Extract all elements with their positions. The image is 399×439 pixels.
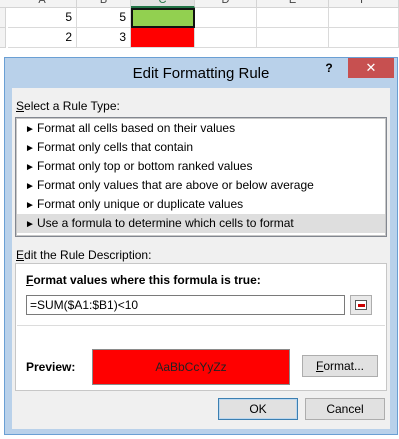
arrow-right-icon: ► <box>25 200 35 211</box>
rule-type-item[interactable]: ► Format only unique or duplicate values <box>17 195 385 214</box>
row-header[interactable] <box>0 28 6 48</box>
cancel-button[interactable]: Cancel <box>305 398 385 420</box>
close-icon: ✕ <box>365 60 377 75</box>
cell-e2[interactable] <box>257 28 329 48</box>
spreadsheet-grid: A B C D E F 5 5 2 3 <box>0 0 399 60</box>
help-button[interactable]: ? <box>322 61 336 77</box>
formula-heading: Format values where this formula is true… <box>26 273 261 287</box>
format-button[interactable]: Format... <box>302 355 378 377</box>
column-header-c[interactable]: C <box>131 0 195 8</box>
row-header[interactable] <box>0 8 6 28</box>
edit-formatting-rule-dialog: Edit Formatting Rule ? ✕ Select a Rule T… <box>4 57 398 435</box>
preview-label: Preview: <box>26 360 76 374</box>
preview-swatch: AaBbCcYyZz <box>92 349 290 385</box>
dialog-titlebar[interactable]: Edit Formatting Rule ? ✕ <box>5 58 397 88</box>
edit-rule-description-label: Edit the Rule Description: <box>16 248 152 262</box>
rule-type-item[interactable]: ► Format only values that are above or be… <box>17 176 385 195</box>
cell-d2[interactable] <box>195 28 257 48</box>
rule-type-item[interactable]: ► Format only cells that contain <box>17 138 385 157</box>
arrow-right-icon: ► <box>25 162 35 173</box>
rule-type-item-selected[interactable]: ► Use a formula to determine which cells … <box>17 214 385 233</box>
cell-c2[interactable] <box>131 28 195 48</box>
arrow-right-icon: ► <box>25 181 35 192</box>
cell-f2[interactable] <box>329 28 399 48</box>
cell-f1[interactable] <box>329 8 399 28</box>
cell-a1[interactable]: 5 <box>8 8 77 28</box>
arrow-right-icon: ► <box>25 124 35 135</box>
column-header-row: A B C D E F <box>0 0 399 8</box>
cell-e1[interactable] <box>257 8 329 28</box>
divider <box>17 325 385 326</box>
column-header-a[interactable]: A <box>8 0 77 8</box>
cell-b1[interactable]: 5 <box>77 8 131 28</box>
rule-type-item[interactable]: ► Format all cells based on their values <box>17 119 385 138</box>
cell-d1[interactable] <box>195 8 257 28</box>
arrow-right-icon: ► <box>25 219 35 230</box>
column-header-e[interactable]: E <box>257 0 329 8</box>
ok-button[interactable]: OK <box>218 398 298 420</box>
column-header-f[interactable]: F <box>329 0 399 8</box>
arrow-right-icon: ► <box>25 143 35 154</box>
cell-b2[interactable]: 3 <box>77 28 131 48</box>
cell-c1-active[interactable] <box>131 8 195 28</box>
rule-type-item[interactable]: ► Format only top or bottom ranked values <box>17 157 385 176</box>
column-header-b[interactable]: B <box>77 0 131 8</box>
dialog-title: Edit Formatting Rule <box>132 65 270 82</box>
range-select-icon <box>355 300 367 310</box>
cell-a2[interactable]: 2 <box>8 28 77 48</box>
close-button[interactable]: ✕ <box>348 58 394 78</box>
column-header-d[interactable]: D <box>195 0 257 8</box>
select-rule-type-label: Select a Rule Type: <box>16 99 120 113</box>
rule-type-list[interactable]: ► Format all cells based on their values … <box>15 117 387 237</box>
collapse-dialog-button[interactable] <box>350 295 372 315</box>
dialog-body: Select a Rule Type: ► Format all cells ba… <box>12 88 390 429</box>
formula-input[interactable]: =SUM($A1:$B1)<10 <box>26 295 345 315</box>
rule-description-panel: Format values where this formula is true… <box>15 263 387 391</box>
